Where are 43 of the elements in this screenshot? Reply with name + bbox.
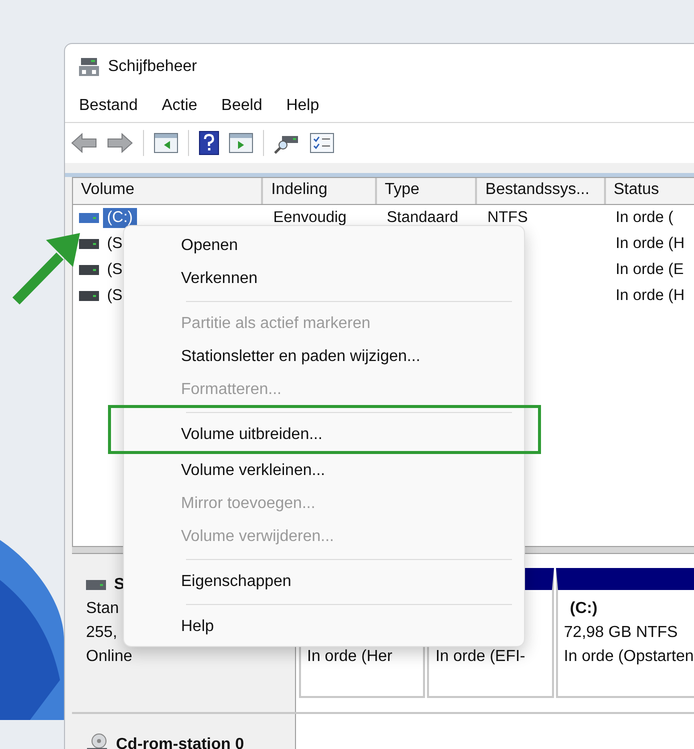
drive-icon [79, 291, 99, 301]
menu-item[interactable]: Bestand [79, 97, 138, 115]
context-menu-item[interactable]: Verkennen [124, 262, 524, 295]
context-menu-item[interactable]: Openen [124, 229, 524, 262]
table-cell: In orde (H [616, 287, 685, 304]
drive-name[interactable]: (S [103, 234, 126, 254]
disk-info-text: 255, [86, 623, 118, 643]
table-cell: In orde ( [616, 209, 674, 226]
context-menu-item[interactable]: Volume uitbreiden... [124, 418, 524, 451]
context-menu-item[interactable]: Eigenschappen [124, 565, 524, 598]
column-header[interactable]: Type [376, 178, 478, 204]
pane-icon[interactable] [229, 133, 253, 153]
table-cell: In orde (H [616, 235, 685, 252]
disk-info-text: Stan [86, 599, 119, 619]
forward-icon[interactable] [107, 132, 133, 154]
column-header[interactable]: Indeling [263, 178, 377, 204]
menu-item[interactable]: Actie [162, 97, 198, 115]
context-menu-item[interactable]: Volume verkleinen... [124, 454, 524, 487]
context-menu-item[interactable]: Help [124, 610, 524, 643]
column-header[interactable]: Volume [73, 178, 264, 204]
disk-name: Cd-rom-station 0 [116, 735, 244, 749]
table-cell: Eenvoudig [273, 209, 347, 226]
menu-item[interactable]: Beeld [221, 97, 262, 115]
drive-name[interactable]: (C:) [103, 208, 137, 228]
column-header[interactable]: Bestandssys... [477, 178, 606, 204]
context-menu-item[interactable]: Stationsletter en paden wijzigen... [124, 340, 524, 373]
menu-item[interactable]: Help [286, 97, 320, 115]
table-cell: Standaard [386, 209, 458, 226]
column-header[interactable]: Status [606, 178, 694, 204]
help-icon[interactable] [199, 131, 219, 155]
drive-name[interactable]: (S [103, 260, 126, 280]
table-cell: NTFS [487, 209, 528, 226]
drive-icon [79, 213, 99, 223]
window-title: Schijfbeheer [108, 58, 197, 76]
disk-info-text: Online [86, 647, 132, 667]
checklist-icon[interactable] [310, 133, 334, 153]
disk-management-icon [78, 57, 100, 77]
drive-icon [79, 239, 99, 249]
table-cell: In orde (E [616, 261, 684, 278]
back-icon[interactable] [71, 132, 97, 154]
pane-icon[interactable] [154, 133, 178, 153]
drive-icon [79, 265, 99, 275]
drive-name[interactable]: (S [103, 286, 126, 306]
